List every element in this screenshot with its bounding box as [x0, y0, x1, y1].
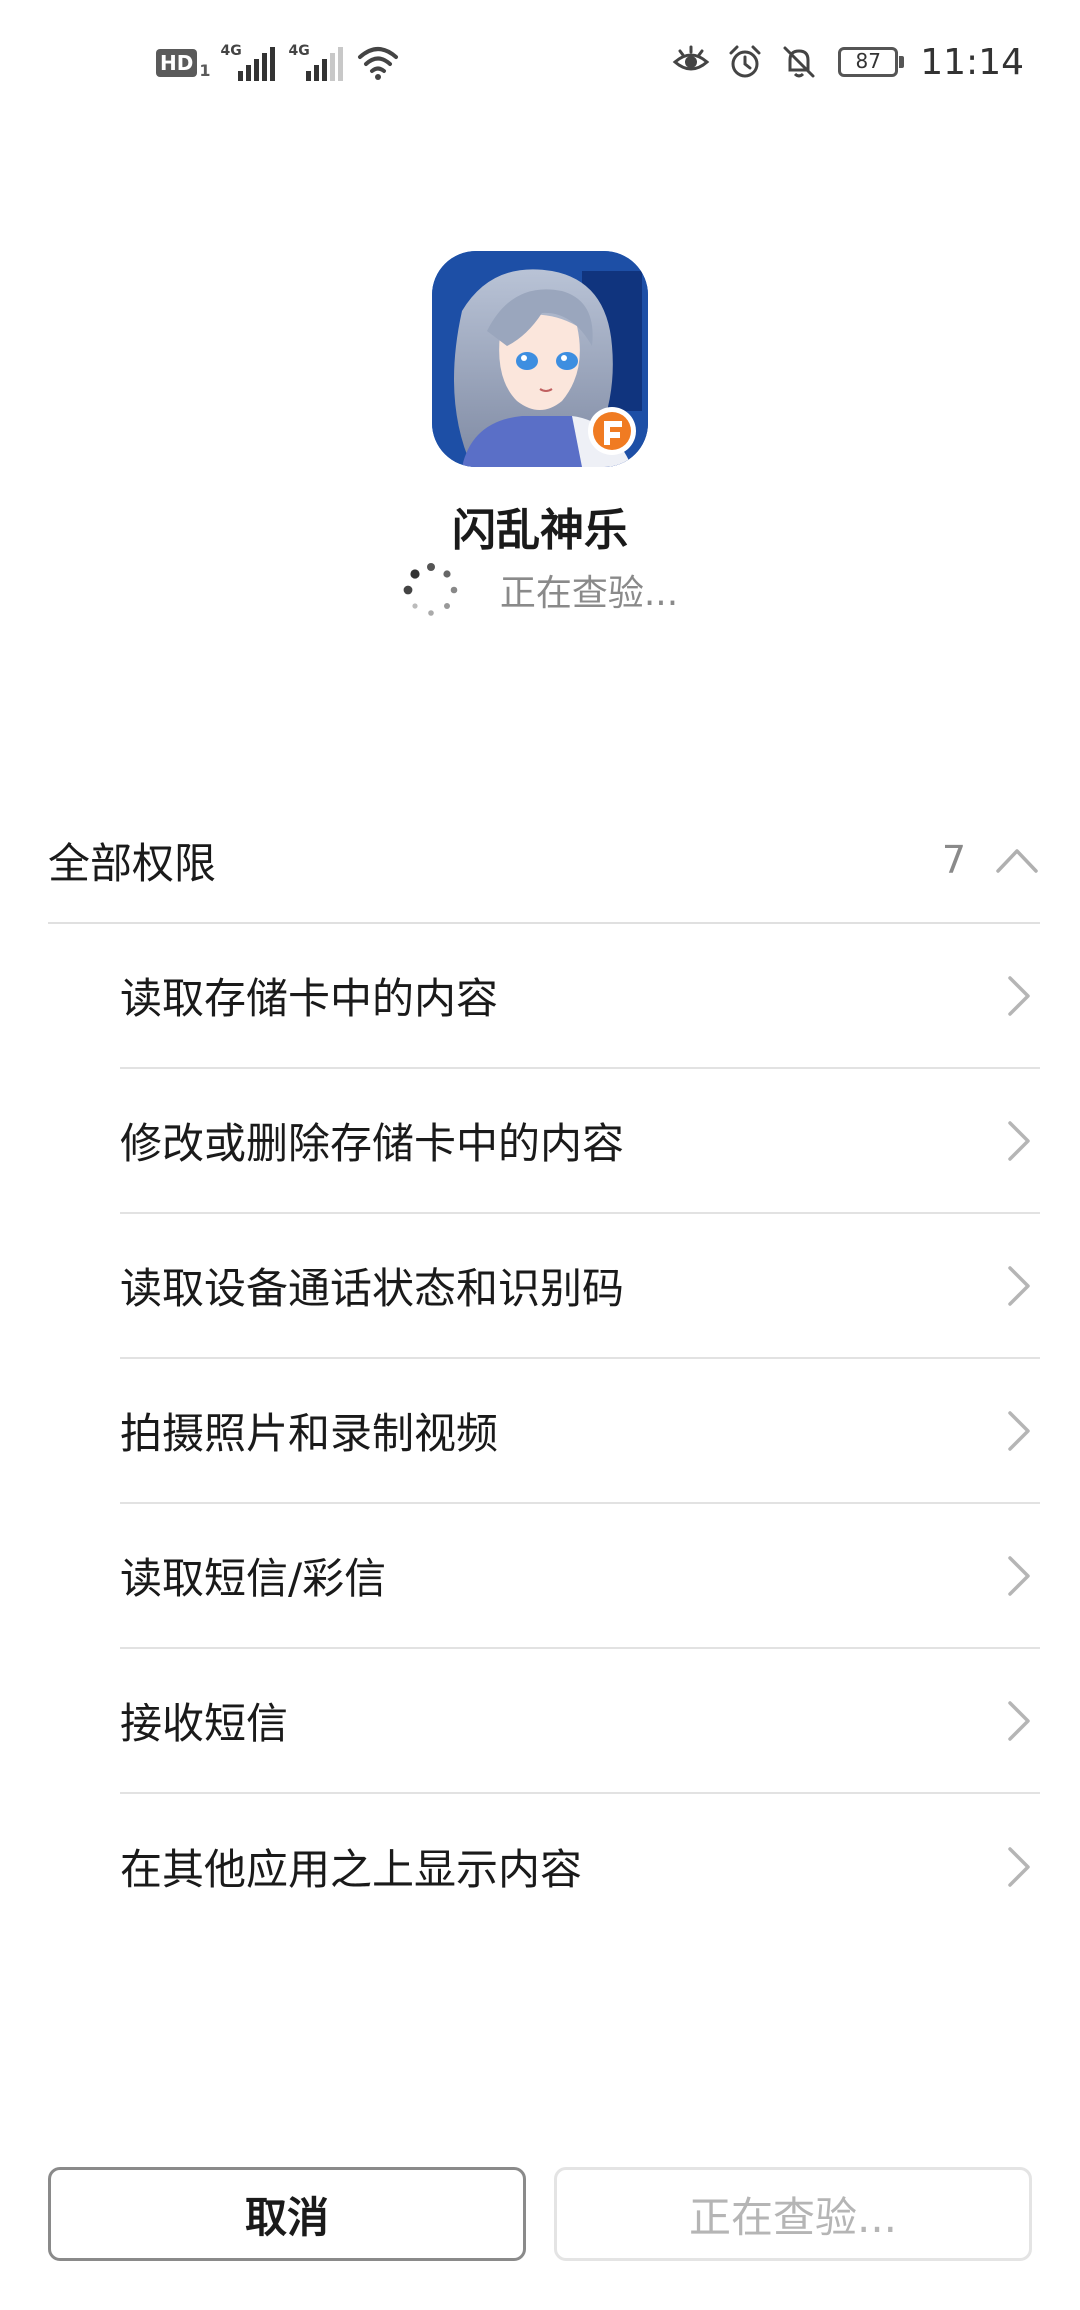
permission-label: 读取设备通话状态和识别码: [120, 1264, 625, 1313]
chevron-right-icon: [1008, 1555, 1030, 1596]
status-bar-right: 87 11:14: [672, 34, 1024, 90]
permission-label: 修改或删除存储卡中的内容: [120, 1119, 625, 1168]
permission-item[interactable]: 在其他应用之上显示内容: [120, 1794, 1040, 1939]
hd-label: HD: [156, 49, 198, 77]
hd-sub-label: 1: [199, 60, 211, 80]
permissions-title: 全部权限: [48, 838, 217, 888]
install-button-disabled[interactable]: 正在查验...: [554, 2167, 1032, 2261]
mute-bell-icon: [783, 46, 815, 78]
verification-status: 正在查验...: [0, 560, 1080, 620]
permissions-count: 7: [941, 838, 966, 882]
loading-spinner-icon: [403, 563, 458, 616]
permission-label: 在其他应用之上显示内容: [120, 1845, 583, 1894]
permission-label: 读取短信/彩信: [120, 1554, 387, 1603]
chevron-right-icon: [1008, 975, 1030, 1016]
permission-label: 拍摄照片和录制视频: [120, 1409, 499, 1458]
status-text: 正在查验...: [499, 573, 679, 614]
hd-voice-icon: HD 1: [156, 47, 210, 80]
clock: 11:14: [920, 41, 1024, 83]
chevron-right-icon: [1008, 1700, 1030, 1741]
app-name: 闪乱神乐: [452, 505, 628, 556]
wifi-icon: [358, 47, 399, 80]
permission-item[interactable]: 接收短信: [120, 1649, 1040, 1794]
chevron-right-icon: [1008, 1410, 1030, 1451]
status-bar: HD 1 4G 4G 87 11:14: [0, 0, 1080, 120]
permission-item[interactable]: 读取设备通话状态和识别码: [120, 1214, 1040, 1359]
alarm-icon: [729, 45, 761, 78]
signal-2-icon: 4G: [288, 43, 346, 83]
app-icon: [432, 251, 648, 467]
chevron-right-icon: [1008, 1265, 1030, 1306]
chevron-right-icon: [1008, 1120, 1030, 1161]
permission-item[interactable]: 读取存储卡中的内容: [120, 924, 1040, 1069]
all-permissions-header[interactable]: 全部权限 7: [48, 800, 1040, 920]
permission-item[interactable]: 拍摄照片和录制视频: [120, 1359, 1040, 1504]
eye-comfort-icon: [672, 45, 710, 71]
chevron-right-icon: [1008, 1846, 1030, 1887]
permission-label: 读取存储卡中的内容: [120, 974, 499, 1023]
permissions-list: 读取存储卡中的内容 修改或删除存储卡中的内容 读取设备通话状态和识别码 拍摄照片…: [120, 924, 1040, 1939]
chevron-up-icon[interactable]: [994, 845, 1040, 875]
signal-1-icon: 4G: [220, 43, 278, 83]
permission-item[interactable]: 修改或删除存储卡中的内容: [120, 1069, 1040, 1214]
battery-level: 87: [855, 49, 881, 73]
permission-label: 接收短信: [120, 1699, 289, 1748]
cancel-button[interactable]: 取消: [48, 2167, 526, 2261]
battery-icon: 87: [838, 47, 905, 77]
permission-item[interactable]: 读取短信/彩信: [120, 1504, 1040, 1649]
status-bar-left: HD 1 4G 4G: [156, 38, 400, 88]
